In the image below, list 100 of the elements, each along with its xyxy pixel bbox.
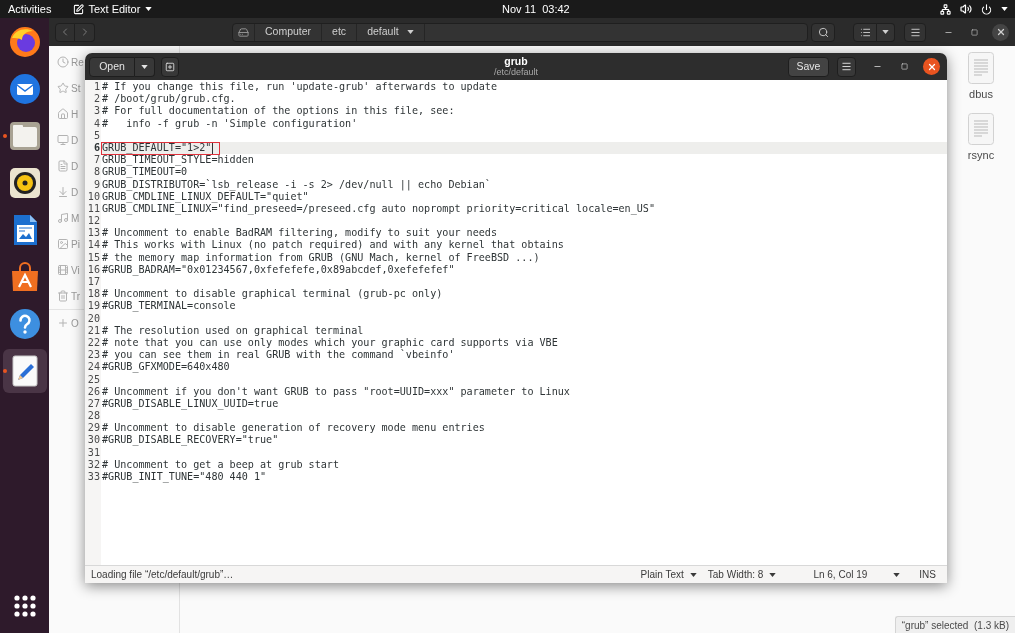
code-line: #GRUB_DISABLE_RECOVERY="true" <box>102 434 279 447</box>
file-item[interactable]: rsync <box>961 112 1001 163</box>
caret-icon <box>406 30 414 34</box>
network-icon <box>940 3 951 15</box>
clock-icon <box>57 56 69 68</box>
code-line: #GRUB_DISABLE_LINUX_UUID=true <box>102 397 279 411</box>
path-segment[interactable]: etc <box>322 23 358 41</box>
cursor-position-dropdown[interactable]: Ln 6, Col 19 <box>813 567 901 582</box>
power-icon <box>981 3 992 15</box>
view-button[interactable] <box>853 22 877 42</box>
code-line: # The resolution used on graphical terminal <box>102 324 364 337</box>
window-title: grub <box>504 55 528 67</box>
line-number: 18 <box>87 288 100 301</box>
close-button[interactable] <box>992 23 1009 41</box>
menu-icon <box>841 61 852 72</box>
caret-icon <box>689 572 697 577</box>
file-item[interactable]: dbus <box>961 52 1001 103</box>
line-number: 13 <box>87 227 100 240</box>
caret-icon <box>893 572 901 577</box>
line-number: 7 <box>93 154 100 167</box>
menu-icon <box>909 26 921 38</box>
line-number: 32 <box>87 458 100 471</box>
line-number: 26 <box>87 385 100 398</box>
save-button[interactable]: Save <box>788 56 829 77</box>
line-number: 25 <box>87 373 100 386</box>
tab-width-dropdown[interactable]: Tab Width: 8 <box>707 567 777 582</box>
line-number: 9 <box>93 178 100 191</box>
insert-mode: INS <box>919 568 936 582</box>
line-number: 30 <box>87 434 100 447</box>
caret-icon <box>1001 7 1008 11</box>
film-icon <box>57 264 69 276</box>
code-line: GRUB_TIMEOUT=0 <box>102 166 188 179</box>
image-icon <box>57 238 69 250</box>
list-view-icon <box>859 26 871 38</box>
code-line: # you can see them in real GRUB with the command `vbeinfo' <box>102 349 455 362</box>
line-number: 15 <box>87 251 100 264</box>
open-menu-button[interactable] <box>135 56 155 77</box>
code-line: # /boot/grub/grub.cfg. <box>102 93 236 106</box>
folder-icon <box>8 120 41 152</box>
pencil-square-icon <box>73 3 85 15</box>
maximize-icon <box>970 28 978 36</box>
open-button[interactable]: Open <box>89 56 135 77</box>
code-line: # info -f grub -n 'Simple configuration' <box>102 117 358 130</box>
caret-icon <box>882 30 889 34</box>
code-line: # Uncomment if you don't want GRUB to pass "root=UUID=xxx" parameter to Linux <box>102 385 570 398</box>
line-number: 12 <box>87 215 100 228</box>
code-line: # For full documentation of the options in this file, see: <box>102 105 455 118</box>
dock-app-button[interactable] <box>2 349 47 393</box>
line-number: 19 <box>87 300 100 313</box>
line-number: 14 <box>87 239 100 252</box>
line-number: 6 <box>93 141 100 155</box>
code-line: GRUB_TIMEOUT_STYLE=hidden <box>102 154 254 167</box>
line-number: 28 <box>87 410 100 423</box>
code-line: # Uncomment to enable BadRAM filtering, modify to suit your needs <box>102 227 497 240</box>
caret-icon <box>769 572 777 577</box>
download-icon <box>57 186 69 198</box>
app-menu[interactable]: Text Editor <box>73 0 153 18</box>
path-segment[interactable]: default <box>357 23 425 41</box>
clock[interactable]: Nov 11 03:42 <box>502 0 570 18</box>
line-number: 17 <box>87 276 100 289</box>
menu-button[interactable] <box>904 22 926 42</box>
view-options-button[interactable] <box>877 22 895 42</box>
line-number: 16 <box>87 263 100 276</box>
text-cursor <box>212 142 214 154</box>
code-line: #GRUB_TERMINAL=console <box>102 300 236 313</box>
code-line: # If you change this file, run 'update-grub' afterwards to update <box>102 81 497 94</box>
line-number: 23 <box>87 349 100 362</box>
line-number: 8 <box>93 166 100 179</box>
caret-icon <box>141 64 148 69</box>
menu-button[interactable] <box>837 56 856 77</box>
speaker-icon <box>8 167 41 199</box>
monitor-icon <box>57 134 69 146</box>
activities-button[interactable]: Activities <box>0 0 60 18</box>
close-button[interactable] <box>923 58 940 75</box>
search-button[interactable] <box>811 22 835 42</box>
close-icon <box>926 61 937 72</box>
new-tab-button[interactable] <box>161 56 179 77</box>
line-number: 11 <box>87 202 100 216</box>
code-line: # Uncomment to disable generation of recovery mode menu entries <box>102 422 485 435</box>
music-note-icon <box>57 212 69 224</box>
path-segment[interactable]: Computer <box>255 23 323 41</box>
text-file-icon <box>968 112 994 145</box>
search-icon <box>817 26 829 38</box>
line-number: 24 <box>87 361 100 374</box>
language-dropdown[interactable]: Plain Text <box>640 567 697 582</box>
selection-status: “grub” selected (1.3 kB) <box>894 616 1015 633</box>
text-file-icon <box>968 52 994 84</box>
volume-icon <box>960 3 972 15</box>
code-line: GRUB_CMDLINE_LINUX_DEFAULT="quiet" <box>102 190 309 203</box>
envelope-icon <box>8 73 41 105</box>
code-line: # Uncomment to get a beep at grub start <box>102 458 339 471</box>
caret-icon <box>145 7 153 11</box>
line-number: 5 <box>93 129 100 142</box>
help-icon <box>8 308 41 340</box>
code-line: #GRUB_GFXMODE=640x480 <box>102 361 230 374</box>
code-line: # This works with Linux (no patch required) and with any kernel that obtains <box>102 239 564 252</box>
line-number: 4 <box>93 117 100 130</box>
code-line: #GRUB_INIT_TUNE="480 440 1" <box>102 471 267 484</box>
code-line: GRUB_DISTRIBUTOR=`lsb_release -i -s 2> /dev/null || echo Debian` <box>102 178 491 191</box>
home-icon <box>57 108 69 120</box>
